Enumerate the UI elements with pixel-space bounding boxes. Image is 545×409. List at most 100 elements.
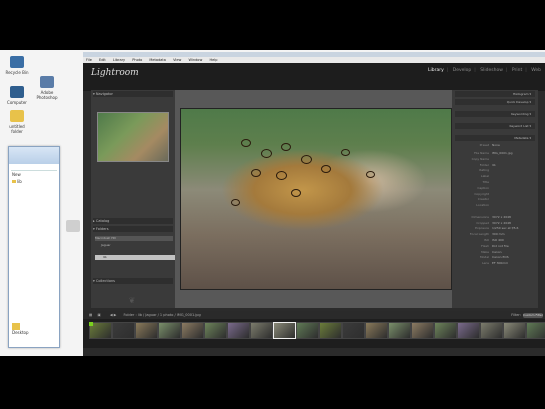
metadata-key: Focal Length — [469, 232, 489, 237]
folder-row[interactable] — [95, 249, 181, 254]
filmstrip-thumbnail[interactable] — [296, 322, 319, 339]
metadata-row[interactable]: Lens EF 300mm — [455, 261, 535, 266]
desktop-icon-folder[interactable]: untitled folder — [4, 110, 30, 134]
filmstrip-thumbnail[interactable] — [480, 322, 503, 339]
quick-develop-header[interactable]: Quick Develop ▾ — [455, 99, 535, 105]
menu-metadata[interactable]: Metadata — [149, 58, 166, 62]
next-arrow-icon[interactable]: ▶ — [114, 313, 117, 317]
menu-window[interactable]: Window — [189, 58, 203, 62]
metadata-value: 3072 x 2048 — [492, 220, 511, 225]
module-library[interactable]: Library — [428, 68, 444, 73]
module-print[interactable]: Print — [512, 68, 522, 73]
metadata-label: Metadata — [514, 136, 529, 140]
metadata-row[interactable] — [455, 209, 535, 214]
menu-library[interactable]: Library — [113, 58, 125, 62]
module-web[interactable]: Web — [531, 68, 541, 73]
filmstrip-thumbnail[interactable] — [273, 322, 296, 339]
metadata-row[interactable]: Dimensions 3072 x 2048 — [455, 215, 535, 220]
preset-row[interactable]: Preset None — [455, 143, 535, 148]
metadata-row[interactable]: Rating — [455, 168, 535, 173]
folder-row-selected[interactable]: lib — [95, 255, 181, 260]
filter-dropdown[interactable]: Custom Filter — [523, 312, 543, 318]
filmstrip-thumbnail[interactable] — [342, 322, 365, 339]
main-photo-jaguar[interactable] — [180, 108, 452, 290]
filmstrip-thumbnail[interactable] — [388, 322, 411, 339]
histogram-header[interactable]: Histogram ▾ — [455, 91, 535, 97]
explorer-toolbar[interactable] — [9, 147, 59, 164]
metadata-key: Location — [476, 203, 489, 208]
desktop-icon-photoshop[interactable]: Adobe Photoshop — [34, 76, 60, 100]
menu-file[interactable]: File — [86, 58, 92, 62]
module-slideshow[interactable]: Slideshow — [480, 68, 503, 73]
filmstrip-thumbnail[interactable] — [411, 322, 434, 339]
metadata-row[interactable]: ISO ISO 400 — [455, 238, 535, 243]
folder-row[interactable] — [95, 262, 181, 267]
grid-view-icon[interactable]: ▦ — [89, 313, 92, 317]
folder-icon — [12, 323, 20, 330]
metadata-key: Title — [482, 180, 489, 184]
menu-edit[interactable]: Edit — [99, 58, 106, 62]
metadata-row[interactable]: File Name IMG_0001.jpg — [455, 151, 535, 156]
prev-arrow-icon[interactable]: ◀ — [110, 313, 113, 317]
metadata-row[interactable]: Label — [455, 174, 535, 179]
navigator-header[interactable]: ▾ Navigator — [93, 91, 173, 97]
filmstrip-thumbnail[interactable] — [250, 322, 273, 339]
explorer-item[interactable]: lib — [9, 178, 59, 185]
filmstrip-thumbnail[interactable] — [112, 322, 135, 339]
metadata-row[interactable]: Caption — [455, 186, 535, 191]
metadata-row[interactable]: Copy Name — [455, 157, 535, 162]
filmstrip-thumbnail[interactable] — [319, 322, 342, 339]
menu-photo[interactable]: Photo — [132, 58, 142, 62]
filmstrip-thumbnail[interactable] — [365, 322, 388, 339]
explorer-item[interactable]: New — [9, 171, 59, 178]
metadata-row[interactable]: Creator — [455, 197, 535, 202]
menu-view[interactable]: View — [173, 58, 181, 62]
folders-header[interactable]: ▾ Folders — [93, 226, 173, 232]
navigator-label: Navigator — [95, 92, 114, 96]
filmstrip-thumbnail[interactable] — [89, 322, 112, 339]
collections-header[interactable]: ▾ Collections — [93, 278, 173, 284]
filmstrip-thumbnail[interactable] — [204, 322, 227, 339]
folder-row[interactable] — [95, 268, 181, 273]
desktop-icon-recycle-bin[interactable]: Recycle Bin — [4, 56, 30, 75]
filmstrip-thumbnail[interactable] — [526, 322, 545, 339]
metadata-row[interactable]: Exposure 1/250 sec at f/5.6 — [455, 226, 535, 231]
metadata-row[interactable]: Flash Did not fire — [455, 244, 535, 249]
explorer-desktop-item[interactable]: Desktop — [12, 323, 29, 335]
metadata-row[interactable]: Folder lib — [455, 163, 535, 168]
filmstrip-thumbnail[interactable] — [434, 322, 457, 339]
navigator-preview[interactable] — [97, 112, 169, 162]
keyword-list-header[interactable]: Keyword List ▾ — [455, 123, 535, 129]
metadata-row[interactable]: Copyright — [455, 192, 535, 197]
metadata-row[interactable]: Cropped 3072 x 2048 — [455, 221, 535, 226]
preset-label: Preset — [479, 143, 489, 147]
metadata-row[interactable]: Model Canon EOS — [455, 255, 535, 260]
filmstrip-thumbnail[interactable] — [457, 322, 480, 339]
catalog-header[interactable]: ▸ Catalog — [93, 218, 173, 224]
filmstrip-thumbnail[interactable] — [227, 322, 250, 339]
filmstrip-toolbar: ▦ ▣ ◀ ▶ Folder : lib / Jaguar / 1 photo … — [83, 311, 545, 319]
metadata-row[interactable]: Focal Length 300 mm — [455, 232, 535, 237]
filmstrip-thumbnail[interactable] — [135, 322, 158, 339]
filmstrip-thumbnail[interactable] — [181, 322, 204, 339]
metadata-key: File Name — [474, 151, 489, 155]
folder-row[interactable]: Macintosh HD — [95, 236, 173, 241]
menu-help[interactable]: Help — [209, 58, 217, 62]
filmstrip-thumbnail[interactable] — [158, 322, 181, 339]
module-develop[interactable]: Develop — [453, 68, 472, 73]
folder-row[interactable]: Jaguar — [95, 243, 179, 248]
keywording-header[interactable]: Keywording ▾ — [455, 111, 535, 117]
metadata-row[interactable]: Make Canon — [455, 250, 535, 255]
metadata-row[interactable]: Title — [455, 180, 535, 185]
explorer-window[interactable]: New lib Desktop — [8, 146, 60, 348]
filmstrip — [83, 319, 545, 348]
desktop-icon-computer[interactable]: Computer — [4, 86, 30, 105]
collections-label: Collections — [95, 279, 116, 283]
metadata-row[interactable]: Location — [455, 203, 535, 208]
explorer-address-bar[interactable] — [11, 164, 57, 171]
metadata-value: EF 300mm — [492, 261, 509, 266]
filmstrip-thumbnail[interactable] — [503, 322, 526, 339]
metadata-header[interactable]: Metadata ▾ — [455, 135, 535, 141]
flag-badge-icon — [89, 322, 93, 326]
loupe-view-icon[interactable]: ▣ — [97, 313, 100, 317]
